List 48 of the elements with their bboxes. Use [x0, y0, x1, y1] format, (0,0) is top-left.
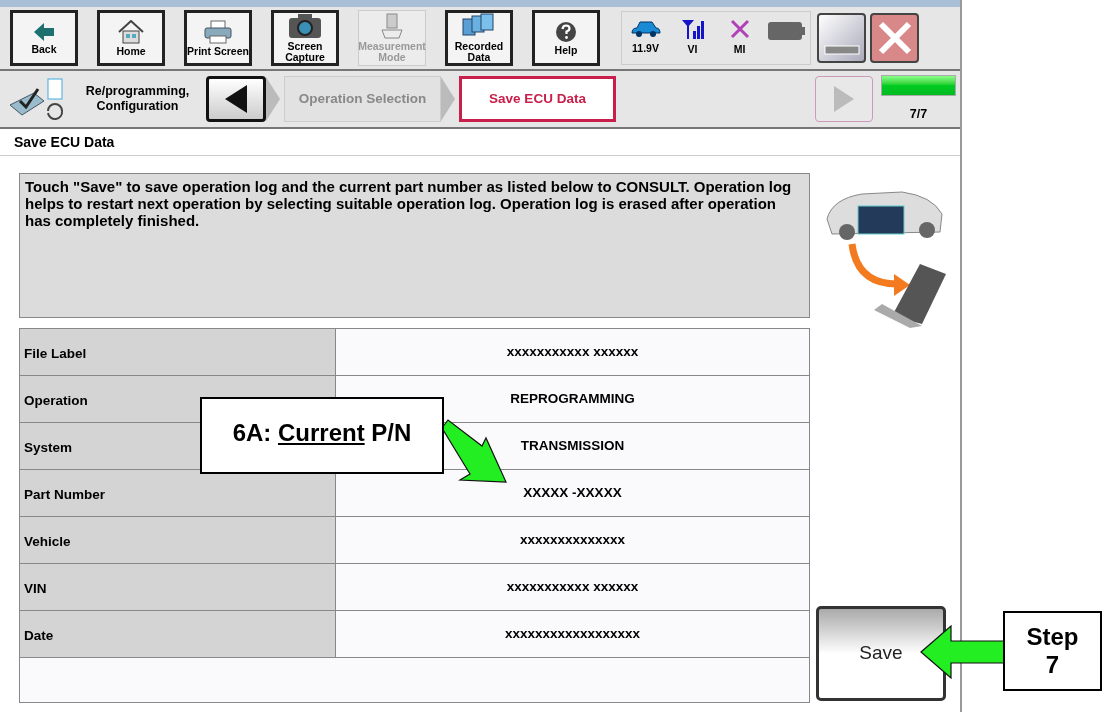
toolbar-button[interactable]: Home — [97, 10, 165, 66]
toolbar-button[interactable]: Help — [532, 10, 600, 66]
minimize-button[interactable] — [817, 13, 866, 63]
row-value: REPROGRAMMING — [510, 389, 635, 408]
row-value: TRANSMISSION — [520, 436, 625, 455]
previous-button[interactable] — [206, 76, 266, 122]
toolbar-button[interactable]: Screen Capture — [271, 10, 339, 66]
camera-icon — [288, 13, 322, 39]
ecu-reprogramming-icon — [8, 77, 66, 121]
row-value: xxxxxxxxxxxxxxxxxx — [504, 624, 641, 643]
printer-icon — [203, 19, 233, 44]
row-value: xxxxxxxxxxx xxxxxx — [506, 342, 639, 361]
toolbar-button[interactable]: Back — [10, 10, 78, 66]
battery-icon — [768, 21, 805, 40]
page-title: Save ECU Data — [0, 129, 960, 156]
row-label: Part Number — [20, 470, 336, 516]
status-label: VI — [687, 41, 698, 57]
row-value: xxxxxxxxxxx xxxxxx — [506, 577, 639, 596]
right-triangle-icon — [834, 86, 854, 112]
row-label: VIN — [20, 564, 336, 610]
row-value: xxxxxxxxxxxxxx — [519, 530, 626, 549]
breadcrumb-step[interactable]: Save ECU Data — [459, 76, 616, 122]
help-icon — [555, 20, 577, 43]
row-label: Vehicle — [20, 517, 336, 563]
toolbar-button[interactable]: Print Screen — [184, 10, 252, 66]
minimize-icon — [823, 45, 860, 55]
status-label: MI — [733, 41, 746, 57]
house-icon — [118, 19, 144, 44]
status-label: 11.9V — [632, 40, 659, 56]
signal-antenna-icon — [680, 18, 705, 39]
message-panel: Touch "Save" to save operation log and the current part number as listed below to CONSULT. Operation log helps to restart next operation by selecting suitable operation log. Operation log is erased after operation has completely finished. — [19, 173, 810, 318]
row-label: Date — [20, 611, 336, 657]
car-icon — [630, 19, 661, 38]
back-arrow-icon — [33, 21, 55, 42]
toolbar-button[interactable]: Recorded Data — [445, 10, 513, 66]
left-triangle-icon — [225, 85, 247, 113]
row-value: XXXXX -XXXXX — [523, 483, 622, 502]
step-label: Step 7 — [1003, 611, 1102, 691]
callout-label: 6A: Current P/N — [200, 397, 444, 474]
cross-icon — [729, 18, 750, 39]
save-button[interactable]: Save — [816, 606, 946, 701]
section-title: Re/programming, Configuration — [85, 84, 190, 114]
close-icon — [876, 20, 913, 56]
folders-icon — [462, 13, 496, 39]
row-label: File Label — [20, 329, 336, 375]
close-button[interactable] — [870, 13, 919, 63]
progress-label: 7/7 — [909, 105, 928, 123]
multimeter-icon — [379, 13, 405, 39]
